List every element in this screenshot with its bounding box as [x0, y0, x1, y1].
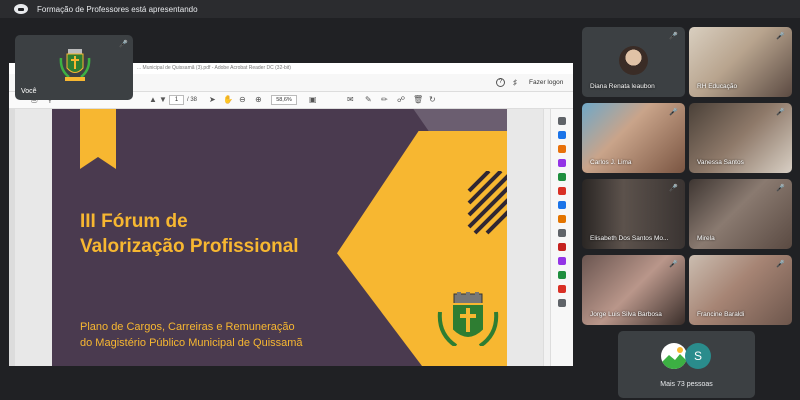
- participant-name: Elisabeth Dos Santos Mo...: [590, 235, 669, 242]
- stamp-icon[interactable]: ☍: [397, 95, 405, 105]
- compress-icon[interactable]: [558, 229, 566, 237]
- more-people-avatar-logo: [661, 343, 687, 369]
- edit-pdf-icon[interactable]: [558, 145, 566, 153]
- participant-name: Carlos J. Lima: [590, 159, 632, 166]
- participant-avatar: [619, 46, 648, 75]
- self-name: Você: [21, 88, 37, 95]
- zoom-in-icon[interactable]: ⊕: [255, 95, 262, 105]
- mic-off-icon: 🎤: [669, 109, 678, 116]
- left-panel-strip[interactable]: [9, 109, 15, 366]
- municipal-crest-logo: [437, 292, 499, 353]
- participant-tile[interactable]: 🎤 Elisabeth Dos Santos Mo...: [582, 179, 685, 249]
- page-number-input[interactable]: 1: [169, 95, 184, 105]
- combine-files-icon[interactable]: [558, 187, 566, 195]
- participant-tile[interactable]: 🎤 Mirela: [689, 179, 792, 249]
- prev-page-icon[interactable]: ▲: [149, 95, 157, 105]
- pen-icon[interactable]: ✎: [365, 95, 372, 105]
- scan-ocr-icon[interactable]: [558, 271, 566, 279]
- zoom-level[interactable]: 58,6%: [271, 95, 297, 105]
- export-pdf-icon[interactable]: [558, 131, 566, 139]
- send-signature-icon[interactable]: [558, 285, 566, 293]
- zoom-tool-icon[interactable]: [558, 117, 566, 125]
- more-tools-icon[interactable]: [558, 299, 566, 307]
- slide-title: III Fórum de Valorização Profissional: [80, 209, 299, 259]
- landscape-logo-icon: [661, 347, 687, 369]
- more-people-label: Mais 73 pessoas: [660, 381, 713, 388]
- mic-off-icon: 🎤: [776, 261, 785, 268]
- participant-tile[interactable]: 🎤 Diana Renata leaubon: [582, 27, 685, 97]
- comment-icon[interactable]: ✉: [347, 95, 354, 105]
- participant-name: Jorge Luis Silva Barbosa: [590, 311, 662, 318]
- login-button[interactable]: Fazer logon: [529, 79, 563, 86]
- slide-subtitle-line-1: Plano de Cargos, Carreiras e Remuneração: [80, 321, 295, 333]
- participant-name: Francine Baraldi: [697, 311, 745, 318]
- participant-name: Mirela: [697, 235, 715, 242]
- more-people-avatar-letter: S: [685, 343, 711, 369]
- next-page-icon[interactable]: ▼: [159, 95, 167, 105]
- fit-page-icon[interactable]: ▣: [309, 95, 317, 105]
- redact-icon[interactable]: [558, 243, 566, 251]
- mic-off-icon: 🎤: [776, 185, 785, 192]
- mic-off-icon: 🎤: [669, 33, 678, 40]
- pdf-document-area[interactable]: III Fórum de Valorização Profissional Pl…: [9, 109, 550, 366]
- mic-off-icon: 🎤: [776, 109, 785, 116]
- mic-off-icon: 🎤: [119, 41, 128, 48]
- organize-pages-icon[interactable]: [558, 201, 566, 209]
- protect-icon[interactable]: [558, 215, 566, 223]
- fill-sign-icon[interactable]: [558, 257, 566, 265]
- zoom-out-icon[interactable]: ⊖: [239, 95, 246, 105]
- present-screen-icon: [14, 4, 28, 14]
- presenting-banner-text: Formação de Professores está apresentand…: [37, 4, 198, 14]
- slide-bookmark-ribbon: [80, 109, 116, 169]
- bell-icon[interactable]: ♯: [513, 78, 517, 87]
- participant-name: Vanessa Santos: [697, 159, 744, 166]
- slide-title-line-2: Valorização Profissional: [80, 236, 299, 257]
- participant-name: RH Educação: [697, 83, 738, 90]
- mic-off-icon: 🎤: [669, 185, 678, 192]
- self-view-tile[interactable]: 🎤 Você: [15, 35, 133, 100]
- page-total: / 38: [187, 97, 198, 103]
- mic-off-icon: 🎤: [669, 261, 678, 268]
- slide-subtitle-line-2: do Magistério Público Municipal de Quiss…: [80, 337, 303, 349]
- rotate-icon[interactable]: ↻: [429, 95, 436, 105]
- window-title: ... Municipal de Quissamã (3).pdf - Adob…: [137, 65, 291, 71]
- participant-name: Diana Renata leaubon: [590, 83, 655, 90]
- participant-tile[interactable]: 🎤 RH Educação: [689, 27, 792, 97]
- self-avatar-crest: [59, 49, 91, 81]
- delete-icon[interactable]: 🗑: [413, 95, 423, 105]
- participant-tile[interactable]: 🎤 Vanessa Santos: [689, 103, 792, 173]
- create-pdf-icon[interactable]: [558, 159, 566, 167]
- slide-stripes-decoration: [467, 171, 507, 235]
- highlight-icon[interactable]: ✏: [381, 95, 388, 105]
- help-icon[interactable]: ?: [496, 78, 505, 87]
- select-cursor-icon[interactable]: ➤: [209, 95, 216, 105]
- pdf-tools-panel: [550, 109, 573, 366]
- participant-tile[interactable]: 🎤 Francine Baraldi: [689, 255, 792, 325]
- presentation-slide: III Fórum de Valorização Profissional Pl…: [52, 109, 507, 366]
- comment-tool-icon[interactable]: [558, 173, 566, 181]
- slide-title-line-1: III Fórum de: [80, 211, 188, 232]
- slide-subtitle: Plano de Cargos, Carreiras e Remuneração…: [80, 319, 303, 351]
- shared-screen: ... Municipal de Quissamã (3).pdf - Adob…: [9, 63, 573, 366]
- participant-tile[interactable]: 🎤 Jorge Luis Silva Barbosa: [582, 255, 685, 325]
- vertical-scrollbar[interactable]: [543, 109, 550, 366]
- presenting-banner: Formação de Professores está apresentand…: [0, 0, 800, 18]
- participant-tile[interactable]: 🎤 Carlos J. Lima: [582, 103, 685, 173]
- hand-tool-icon[interactable]: ✋: [223, 95, 233, 105]
- mic-off-icon: 🎤: [776, 33, 785, 40]
- more-people-tile[interactable]: S Mais 73 pessoas: [618, 331, 755, 398]
